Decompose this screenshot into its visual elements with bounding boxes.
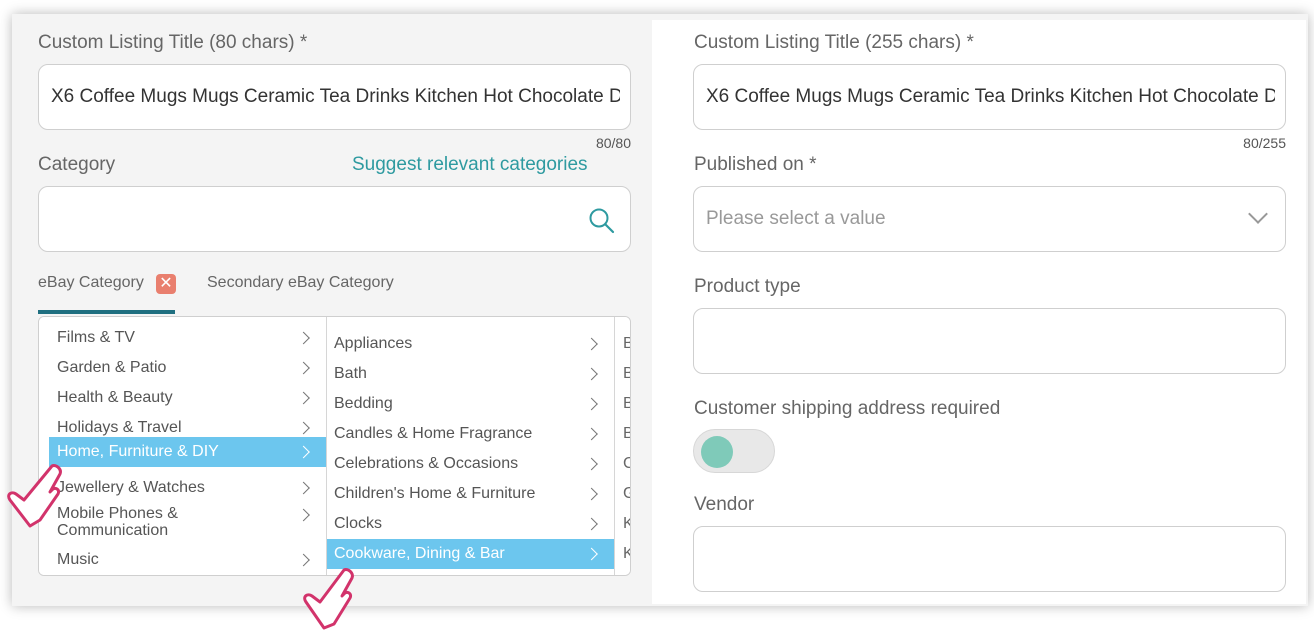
active-tab-indicator [38,310,175,314]
custom-title-255-value: X6 Coffee Mugs Mugs Ceramic Tea Drinks K… [706,86,1275,107]
chevron-right-icon [297,445,310,459]
custom-title-255-counter: 80/255 [1243,135,1286,151]
category-search-input[interactable] [38,186,631,252]
chevron-right-icon [585,427,598,441]
tab-secondary-ebay-category[interactable]: Secondary eBay Category [207,274,394,292]
menu-item-label: Health & Beauty [57,389,173,406]
chevron-right-icon [297,391,310,405]
menu-item-clocks[interactable]: Clocks [327,509,614,539]
vendor-label: Vendor [694,494,755,515]
shipping-address-toggle[interactable] [693,429,775,473]
chevron-down-icon [1248,204,1268,224]
chevron-right-icon [585,457,598,471]
custom-title-255-input[interactable]: X6 Coffee Mugs Mugs Ceramic Tea Drinks K… [693,64,1286,130]
menu-item-mobile-phones[interactable]: Mobile Phones & Communication [39,505,326,539]
menu-item-candles[interactable]: Candles & Home Fragrance [327,419,614,449]
custom-title-80-value: X6 Coffee Mugs Mugs Ceramic Tea Drinks K… [51,86,620,107]
chevron-right-icon [585,517,598,531]
menu-item-label: Garden & Patio [57,359,167,376]
custom-title-80-counter: 80/80 [595,135,631,151]
menu-item-label: Cookware, Dining & Bar [334,545,505,562]
hand-cursor-icon [7,464,62,528]
toggle-knob [701,436,733,468]
menu-item-celebrations[interactable]: Celebrations & Occasions [327,449,614,479]
menu-item-childrens-home[interactable]: Children's Home & Furniture [327,479,614,509]
column-3-item[interactable]: B [623,335,630,353]
category-column-2: Appliances Bath Bedding Candles & Home F… [327,317,615,575]
column-3-item[interactable]: G [623,485,630,503]
menu-item-bedding[interactable]: Bedding [327,389,614,419]
column-3-item[interactable]: C [623,455,630,473]
screenshot-canvas: Custom Listing Title (80 chars) * X6 Cof… [0,0,1314,631]
chevron-right-icon [297,481,310,495]
menu-item-cookware[interactable]: Cookware, Dining & Bar [327,539,614,569]
menu-item-label: Home, Furniture & DIY [57,443,219,460]
menu-item-jewellery-watches[interactable]: Jewellery & Watches [39,473,326,503]
menu-item-label: Mobile Phones & [57,505,178,522]
menu-item-label-line2: Communication [57,522,169,539]
shipping-address-label: Customer shipping address required [694,398,1001,419]
chevron-right-icon [585,487,598,501]
chevron-right-icon [585,397,598,411]
category-label: Category [38,154,116,175]
right-panel: Custom Listing Title (255 chars) * X6 Co… [652,20,1306,604]
menu-item-label: Films & TV [57,329,135,346]
search-icon[interactable] [588,207,616,235]
product-type-label: Product type [694,276,801,297]
suggest-categories-link[interactable]: Suggest relevant categories [352,154,588,176]
custom-title-255-label: Custom Listing Title (255 chars) * [694,32,974,53]
column-3-item[interactable]: B [623,395,630,413]
menu-item-garden-patio[interactable]: Garden & Patio [39,353,326,383]
chevron-right-icon [585,367,598,381]
menu-item-label: Celebrations & Occasions [334,455,519,472]
custom-title-80-input[interactable]: X6 Coffee Mugs Mugs Ceramic Tea Drinks K… [38,64,631,130]
tab-ebay-category[interactable]: eBay Category [38,274,144,292]
column-3-item[interactable]: K [623,515,630,533]
chevron-right-icon [297,361,310,375]
column-3-item[interactable]: B [623,425,630,443]
custom-title-80-label: Custom Listing Title (80 chars) * [38,32,308,53]
hand-cursor-icon [303,568,354,630]
category-column-3: B B B B C G K K [615,317,630,575]
category-menu: Films & TV Garden & Patio Health & Beaut… [38,316,631,576]
menu-item-appliances[interactable]: Appliances [327,329,614,359]
menu-item-music[interactable]: Music [39,545,326,575]
menu-item-label: Music [57,551,99,568]
menu-item-label: Candles & Home Fragrance [334,425,533,442]
menu-item-health-beauty[interactable]: Health & Beauty [39,383,326,413]
menu-item-films-tv[interactable]: Films & TV [39,323,326,353]
chevron-right-icon [297,553,310,567]
close-icon[interactable]: ✕ [156,274,176,294]
menu-item-label: Bedding [334,395,393,412]
published-on-label: Published on * [694,154,817,175]
left-panel: Custom Listing Title (80 chars) * X6 Cof… [16,20,650,604]
menu-item-label: Children's Home & Furniture [334,485,536,502]
published-on-select[interactable]: Please select a value [693,186,1286,252]
chevron-right-icon [297,421,310,435]
menu-item-label: Holidays & Travel [57,419,182,436]
menu-item-label: Clocks [334,515,383,532]
menu-item-label: Jewellery & Watches [57,479,205,496]
published-on-placeholder: Please select a value [706,208,886,229]
chevron-right-icon [297,331,310,345]
menu-item-home-furniture-diy[interactable]: Home, Furniture & DIY [49,437,326,467]
chevron-right-icon [585,337,598,351]
column-3-item[interactable]: K [623,545,630,563]
category-column-1: Films & TV Garden & Patio Health & Beaut… [39,317,327,575]
product-type-input[interactable] [693,308,1286,374]
menu-item-label: Appliances [334,335,413,352]
chevron-right-icon [585,547,598,561]
vendor-input[interactable] [693,526,1286,592]
menu-item-label: Bath [334,365,367,382]
menu-item-bath[interactable]: Bath [327,359,614,389]
column-3-item[interactable]: B [623,365,630,383]
